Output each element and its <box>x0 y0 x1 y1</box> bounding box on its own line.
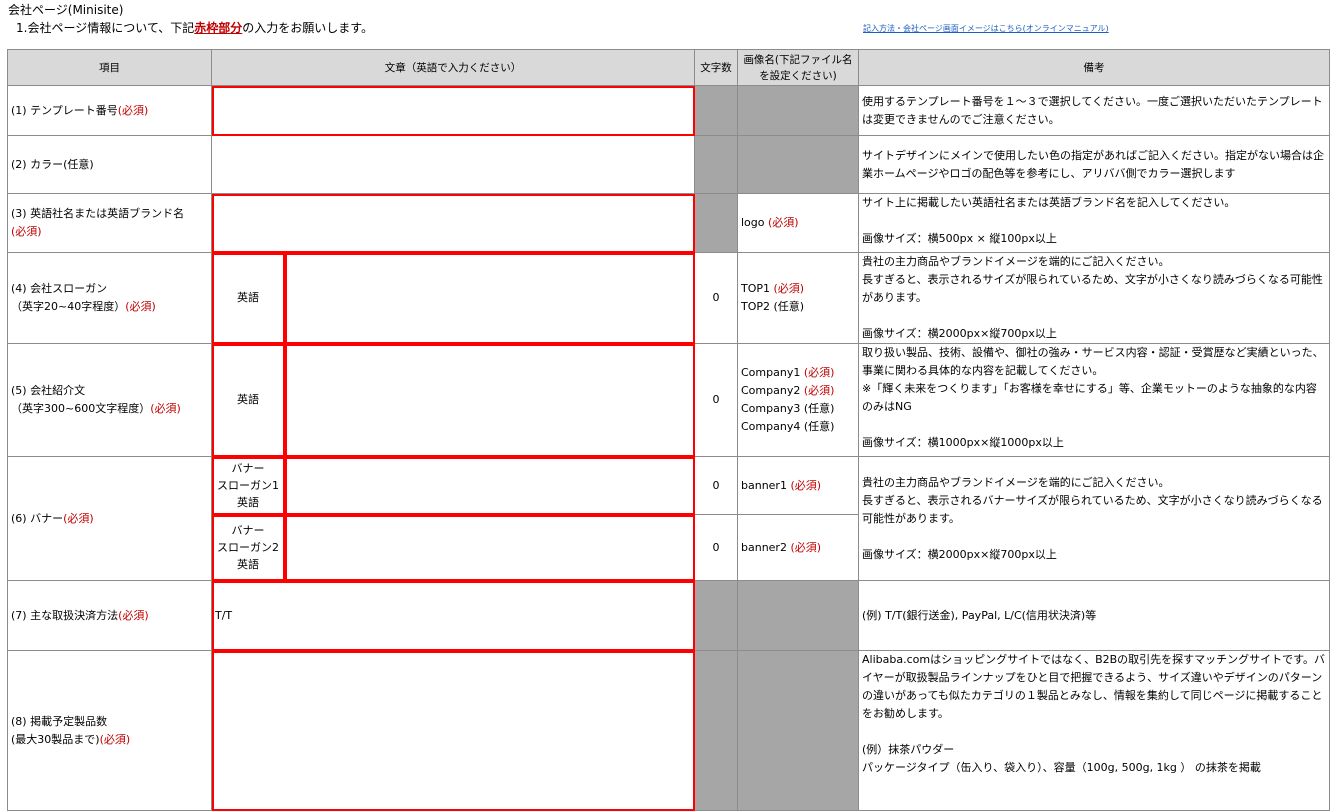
required-mark: (必須) <box>803 384 835 397</box>
header-row: 項目 文章（英語で入力ください） 文字数 画像名(下記ファイル名を設定ください)… <box>7 49 1330 86</box>
banner-slogan-1-input-cell[interactable] <box>284 456 695 515</box>
required-mark: (必須) <box>773 282 805 295</box>
char-count-disabled <box>694 193 738 253</box>
image-name-company: Company1 (必須) Company2 (必須) Company3 (任意… <box>737 343 859 457</box>
char-count-disabled <box>694 650 738 811</box>
image-name-disabled <box>737 580 859 651</box>
remarks-template: 使用するテンプレート番号を１～３で選択してください。一度ご選択いただいたテンプレ… <box>858 85 1330 136</box>
intro-language-label: 英語 <box>211 343 285 457</box>
brand-name-input-cell[interactable] <box>211 193 695 253</box>
label-brand: (3) 英語社名または英語ブランド名 (必須) <box>7 193 212 253</box>
remarks-slogan: 貴社の主力商品やブランドイメージを端的にご記入ください。 長すぎると、表示される… <box>858 252 1330 344</box>
label-color: (2) カラー(任意) <box>7 135 212 194</box>
required-mark: (必須) <box>118 608 149 622</box>
banner-slogan-2-input[interactable] <box>288 540 691 554</box>
brand-name-input[interactable] <box>215 216 691 229</box>
required-mark: (必須) <box>150 402 181 415</box>
row-brand: (3) 英語社名または英語ブランド名 (必須) logo (必須) サイト上に掲載… <box>7 193 1330 253</box>
col-header-image-name: 画像名(下記ファイル名を設定ください) <box>737 49 859 86</box>
label-payment: (7) 主な取扱決済方法(必須) <box>7 580 212 651</box>
remarks-intro: 取り扱い製品、技術、設備や、御社の強み・サービス内容・認証・受賞歴など実績といっ… <box>858 343 1330 457</box>
col-header-char-count: 文字数 <box>694 49 738 86</box>
col-header-item: 項目 <box>7 49 212 86</box>
image-name-logo: logo (必須) <box>737 193 859 253</box>
products-input-cell[interactable] <box>211 650 695 811</box>
required-mark: (必須) <box>117 103 149 117</box>
slogan-char-count: 0 <box>694 252 738 344</box>
banner-slogan-2-label: バナー スローガン2 英語 <box>211 514 285 581</box>
required-mark: (必須) <box>99 732 131 746</box>
row-color: (2) カラー(任意) サイトデザインにメインで使用したい色の指定があればご記入… <box>7 135 1330 194</box>
row-template: (1) テンプレート番号(必須) 使用するテンプレート番号を１～３で選択してくだ… <box>7 85 1330 136</box>
instruction-suffix: の入力をお願いします。 <box>242 21 374 35</box>
slogan-language-label: 英語 <box>211 252 285 344</box>
intro-input-cell[interactable] <box>284 343 695 457</box>
image-name-top: TOP1 (必須) TOP2 (任意) <box>737 252 859 344</box>
instruction-prefix: 1.会社ページ情報について、下記 <box>16 21 195 35</box>
slogan-input[interactable] <box>288 291 691 304</box>
image-name-disabled <box>737 650 859 811</box>
required-mark: (必須) <box>790 540 822 554</box>
slogan-input-cell[interactable] <box>284 252 695 344</box>
intro-input[interactable] <box>288 393 691 406</box>
col-header-text: 文章（英語で入力ください） <box>211 49 695 86</box>
template-number-input[interactable] <box>215 103 691 117</box>
sheet-title: 会社ページ(Minisite) <box>8 3 124 17</box>
color-input[interactable] <box>215 157 691 171</box>
char-count-disabled <box>694 135 738 194</box>
remarks-products: Alibaba.comはショッピングサイトではなく、B2Bの取引先を探すマッチン… <box>858 650 1330 811</box>
label-slogan: (4) 会社スローガン （英字20~40字程度）(必須) <box>7 252 212 344</box>
intro-char-count: 0 <box>694 343 738 457</box>
color-input-cell[interactable] <box>211 135 695 194</box>
banner-slogan-1-label: バナー スローガン1 英語 <box>211 456 285 515</box>
required-mark: (必須) <box>790 478 822 492</box>
row-payment: (7) 主な取扱決済方法(必須) (例) T/T(銀行送金), PayPal, … <box>7 580 1330 651</box>
banner-slogan-1-input[interactable] <box>288 478 691 492</box>
banner-1-char-count: 0 <box>694 456 738 515</box>
row-slogan: (4) 会社スローガン （英字20~40字程度）(必須) 英語 0 TOP1 (必… <box>7 252 1330 344</box>
banner-slogan-2-input-cell[interactable] <box>284 514 695 581</box>
payment-input-cell[interactable] <box>211 580 695 651</box>
row-products: (8) 掲載予定製品数 (最大30製品まで)(必須) Alibaba.comはショ… <box>7 650 1330 811</box>
char-count-disabled <box>694 85 738 136</box>
online-manual-link[interactable]: 記入方法・会社ページ画面イメージはこちら(オンラインマニュアル) <box>863 23 1109 34</box>
col-header-remarks: 備考 <box>858 49 1330 86</box>
label-products: (8) 掲載予定製品数 (最大30製品まで)(必須) <box>7 650 212 811</box>
char-count-disabled <box>694 580 738 651</box>
label-banner: (6) バナー(必須) <box>7 456 212 581</box>
banner-2-char-count: 0 <box>694 514 738 581</box>
instruction-text: 1.会社ページ情報について、下記赤枠部分の入力をお願いします。 <box>16 19 373 36</box>
instruction-highlight: 赤枠部分 <box>194 21 243 35</box>
image-name-banner1: banner1 (必須) <box>737 456 859 515</box>
image-name-banner2: banner2 (必須) <box>737 514 859 581</box>
remarks-brand: サイト上に掲載したい英語社名または英語ブランド名を記入してください。 画像サイズ… <box>858 193 1330 253</box>
required-mark: (必須) <box>63 511 94 525</box>
row-banner-1: (6) バナー(必須) バナー スローガン1 英語 0 banner1 (必須)… <box>7 456 1330 581</box>
remarks-color: サイトデザインにメインで使用したい色の指定があればご記入ください。指定がない場合… <box>858 135 1330 194</box>
required-mark: (必須) <box>125 300 156 313</box>
remarks-payment: (例) T/T(銀行送金), PayPal, L/C(信用状決済)等 <box>858 580 1330 651</box>
required-mark: (必須) <box>803 366 835 379</box>
label-intro: (5) 会社紹介文 （英字300~600文字程度）(必須) <box>7 343 212 457</box>
image-name-disabled <box>737 135 859 194</box>
minisite-form-table: 項目 文章（英語で入力ください） 文字数 画像名(下記ファイル名を設定ください)… <box>7 49 1330 811</box>
row-intro: (5) 会社紹介文 （英字300~600文字程度）(必須) 英語 0 Compan… <box>7 343 1330 457</box>
payment-input[interactable] <box>215 608 691 622</box>
image-name-disabled <box>737 85 859 136</box>
template-number-input-cell[interactable] <box>211 85 695 136</box>
products-input[interactable] <box>215 723 691 737</box>
remarks-banner: 貴社の主力商品やブランドイメージを端的にご記入ください。 長すぎると、表示される… <box>858 456 1330 581</box>
required-mark: (必須) <box>768 216 799 229</box>
label-template: (1) テンプレート番号(必須) <box>7 85 212 136</box>
required-mark: (必須) <box>11 225 42 238</box>
